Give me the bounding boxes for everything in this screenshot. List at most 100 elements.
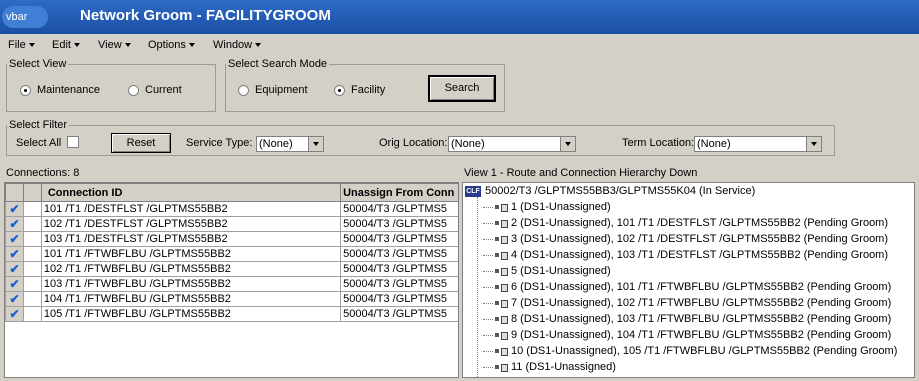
orig-location-select[interactable]: (None) — [448, 136, 576, 152]
menu-window[interactable]: Window — [213, 39, 262, 51]
chevron-down-icon — [188, 43, 195, 48]
connection-id-cell[interactable]: 101 /T1 /FTWBFLBU /GLPTMS55BB2 — [40, 246, 342, 262]
chevron-down-icon — [73, 43, 80, 48]
radio-maintenance[interactable]: Maintenance — [20, 84, 100, 96]
tree-item[interactable]: 10 (DS1-Unassigned), 105 /T1 /FTWBFLBU /… — [483, 345, 897, 357]
unassign-from-cell[interactable]: 50004/T3 /GLPTMS5 — [340, 216, 458, 232]
checkmark-icon: ✔ — [9, 261, 20, 276]
row-check-cell[interactable]: ✔ — [5, 201, 24, 217]
unassign-from-cell[interactable]: 50004/T3 /GLPTMS5 — [340, 201, 458, 217]
row-check-cell[interactable]: ✔ — [5, 246, 24, 262]
table-row[interactable]: ✔ 105 /T1 /FTWBFLBU /GLPTMS55BB2 50004/T3 … — [5, 306, 458, 322]
row-blank-cell — [22, 306, 42, 322]
tree-item[interactable]: 11 (DS1-Unassigned) — [483, 361, 616, 373]
tree-branch — [483, 350, 493, 352]
search-button[interactable]: Search — [428, 75, 496, 102]
row-blank-cell — [22, 291, 42, 307]
unassign-from-cell[interactable]: 50004/T3 /GLPTMS5 — [340, 246, 458, 262]
tree-item[interactable]: 9 (DS1-Unassigned), 104 /T1 /FTWBFLBU /G… — [483, 329, 891, 341]
menu-file[interactable]: File — [8, 39, 35, 51]
table-row[interactable]: ✔ 102 /T1 /DESTFLST /GLPTMS55BB2 50004/T3 … — [5, 216, 458, 232]
tree-branch — [483, 254, 493, 256]
connection-id-cell[interactable]: 102 /T1 /DESTFLST /GLPTMS55BB2 — [40, 216, 342, 232]
tree-item[interactable]: 3 (DS1-Unassigned), 102 /T1 /DESTFLST /G… — [483, 233, 888, 245]
radio-empty-icon — [128, 84, 139, 96]
row-check-cell[interactable]: ✔ — [5, 306, 24, 322]
table-row[interactable]: ✔ 104 /T1 /FTWBFLBU /GLPTMS55BB2 50004/T3 … — [5, 291, 458, 307]
app-badge[interactable]: vbar — [2, 6, 48, 28]
table-row[interactable]: ✔ 102 /T1 /FTWBFLBU /GLPTMS55BB2 50004/T3 … — [5, 261, 458, 277]
tree-item[interactable]: 5 (DS1-Unassigned) — [483, 265, 611, 277]
header-blank — [22, 183, 42, 202]
search-mode-legend: Select Search Mode — [228, 58, 328, 70]
unassign-from-cell[interactable]: 50004/T3 /GLPTMS5 — [340, 291, 458, 307]
unassign-from-cell[interactable]: 50004/T3 /GLPTMS5 — [340, 261, 458, 277]
chevron-down-icon — [255, 43, 262, 48]
tree-branch — [483, 334, 493, 336]
ds1-node-icon — [495, 267, 508, 277]
select-filter-legend: Select Filter — [9, 119, 68, 131]
header-select[interactable] — [5, 183, 24, 202]
term-location-select[interactable]: (None) — [694, 136, 822, 152]
radio-current[interactable]: Current — [128, 84, 182, 96]
select-all-checkbox[interactable] — [67, 136, 79, 148]
menu-view[interactable]: View — [98, 39, 131, 51]
row-check-cell[interactable]: ✔ — [5, 291, 24, 307]
connection-id-cell[interactable]: 103 /T1 /DESTFLST /GLPTMS55BB2 — [40, 231, 342, 247]
header-unassign-from[interactable]: Unassign From Conn — [340, 183, 458, 202]
row-blank-cell — [22, 276, 42, 292]
ds1-node-icon — [495, 363, 508, 373]
select-all-label: Select All — [16, 137, 62, 149]
dropdown-arrow-icon — [560, 137, 575, 151]
connection-id-cell[interactable]: 103 /T1 /FTWBFLBU /GLPTMS55BB2 — [40, 276, 342, 292]
checkmark-icon: ✔ — [9, 246, 20, 261]
connection-id-cell[interactable]: 102 /T1 /FTWBFLBU /GLPTMS55BB2 — [40, 261, 342, 277]
connection-id-cell[interactable]: 104 /T1 /FTWBFLBU /GLPTMS55BB2 — [40, 291, 342, 307]
dropdown-arrow-icon — [806, 137, 821, 151]
select-view-legend: Select View — [9, 58, 67, 70]
row-check-cell[interactable]: ✔ — [5, 261, 24, 277]
tree-item[interactable]: 1 (DS1-Unassigned) — [483, 201, 611, 213]
checkmark-icon: ✔ — [9, 276, 20, 291]
title-bar: vbar Network Groom - FACILITYGROOM — [0, 0, 919, 34]
tree-item[interactable]: 2 (DS1-Unassigned), 101 /T1 /DESTFLST /G… — [483, 217, 888, 229]
row-check-cell[interactable]: ✔ — [5, 276, 24, 292]
service-type-select[interactable]: (None) — [256, 136, 324, 152]
unassign-from-cell[interactable]: 50004/T3 /GLPTMS5 — [340, 231, 458, 247]
menu-options[interactable]: Options — [148, 39, 195, 51]
radio-selected-icon — [20, 84, 31, 96]
radio-facility[interactable]: Facility — [334, 84, 385, 96]
row-check-cell[interactable]: ✔ — [5, 231, 24, 247]
tree-root-node[interactable]: CLF 50002/T3 /GLPTMS55BB3/GLPTMS55K04 (In… — [465, 185, 755, 197]
connections-count: Connections: 8 — [6, 167, 80, 179]
unassign-from-cell[interactable]: 50004/T3 /GLPTMS5 — [340, 276, 458, 292]
connections-table-panel: Connection ID Unassign From Conn ✔ 101 /T… — [4, 182, 459, 378]
table-row[interactable]: ✔ 103 /T1 /DESTFLST /GLPTMS55BB2 50004/T3 … — [5, 231, 458, 247]
row-check-cell[interactable]: ✔ — [5, 216, 24, 232]
tree-item[interactable]: 7 (DS1-Unassigned), 102 /T1 /FTWBFLBU /G… — [483, 297, 891, 309]
radio-equipment[interactable]: Equipment — [238, 84, 308, 96]
tree-connector — [477, 197, 478, 377]
connection-id-cell[interactable]: 105 /T1 /FTWBFLBU /GLPTMS55BB2 — [40, 306, 342, 322]
reset-button[interactable]: Reset — [111, 133, 171, 153]
header-connection-id[interactable]: Connection ID — [40, 183, 342, 202]
checkmark-icon: ✔ — [9, 231, 20, 246]
ds1-node-icon — [495, 315, 508, 325]
table-row[interactable]: ✔ 101 /T1 /FTWBFLBU /GLPTMS55BB2 50004/T3 … — [5, 246, 458, 262]
checkmark-icon: ✔ — [9, 306, 20, 321]
tree-item[interactable]: 8 (DS1-Unassigned), 103 /T1 /FTWBFLBU /G… — [483, 313, 891, 325]
tree-item[interactable]: 6 (DS1-Unassigned), 101 /T1 /FTWBFLBU /G… — [483, 281, 891, 293]
table-row[interactable]: ✔ 103 /T1 /FTWBFLBU /GLPTMS55BB2 50004/T3 … — [5, 276, 458, 292]
row-blank-cell — [22, 201, 42, 217]
connection-id-cell[interactable]: 101 /T1 /DESTFLST /GLPTMS55BB2 — [40, 201, 342, 217]
table-row[interactable]: ✔ 101 /T1 /DESTFLST /GLPTMS55BB2 50004/T3 … — [5, 201, 458, 217]
row-blank-cell — [22, 246, 42, 262]
ds1-node-icon — [495, 331, 508, 341]
radio-selected-icon — [334, 84, 345, 96]
menu-edit[interactable]: Edit — [52, 39, 80, 51]
checkmark-icon: ✔ — [9, 201, 20, 216]
tree-branch — [483, 302, 493, 304]
tree-item[interactable]: 4 (DS1-Unassigned), 103 /T1 /DESTFLST /G… — [483, 249, 888, 261]
unassign-from-cell[interactable]: 50004/T3 /GLPTMS5 — [340, 306, 458, 322]
tree-branch — [483, 206, 493, 208]
